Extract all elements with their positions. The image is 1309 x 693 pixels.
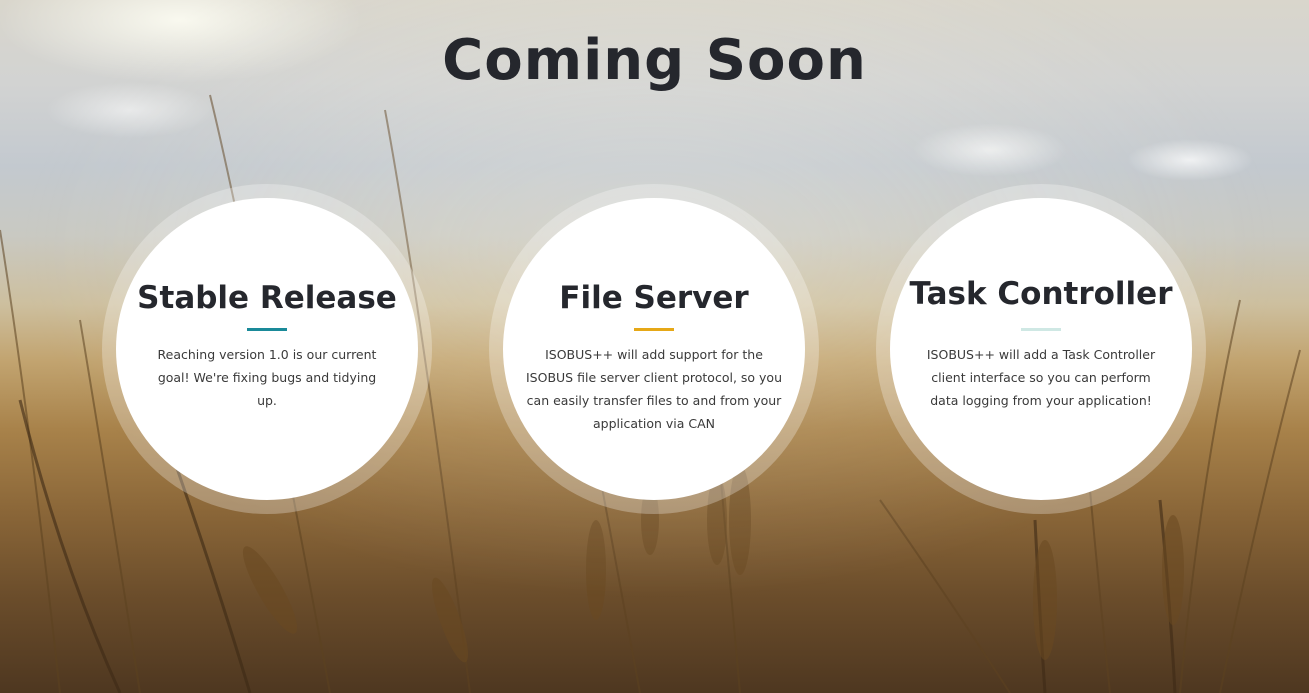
feature-divider — [247, 328, 287, 331]
feature-divider — [634, 328, 674, 331]
feature-description: ISOBUS++ will add a Task Controller clie… — [926, 347, 1156, 408]
feature-card-task-controller: Task Controller ISOBUS++ will add a Task… — [890, 198, 1192, 500]
feature-description: ISOBUS++ will add support for the ISOBUS… — [526, 347, 782, 431]
feature-divider — [1021, 328, 1061, 331]
feature-description: Reaching version 1.0 is our current goal… — [157, 347, 377, 408]
feature-card-file-server: File Server ISOBUS++ will add support fo… — [503, 198, 805, 500]
feature-title: File Server — [559, 280, 749, 316]
feature-title: Task Controller — [909, 276, 1173, 312]
feature-title: Stable Release — [137, 280, 397, 316]
page-title: Coming Soon — [442, 28, 867, 93]
feature-card-stable-release: Stable Release Reaching version 1.0 is o… — [116, 198, 418, 500]
